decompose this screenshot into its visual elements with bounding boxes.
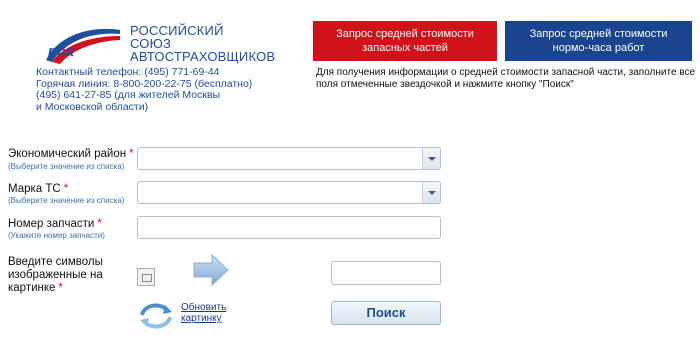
captcha-label-line: Введите символы — [8, 256, 103, 268]
vehicle-brand-hint: (Выберите значение из списка) — [8, 196, 125, 205]
economic-region-hint: (Выберите значение из списка) — [8, 162, 125, 171]
moscow-phone-note: и Московской области) — [36, 100, 149, 113]
vehicle-brand-select[interactable] — [137, 181, 441, 204]
economic-region-label: Экономический район * — [8, 148, 134, 161]
instructions-text: Для получения информации о средней стоим… — [316, 67, 696, 90]
part-number-label: Номер запчасти * — [8, 218, 102, 231]
captcha-image — [137, 268, 155, 286]
required-star: * — [63, 183, 69, 195]
rsa-logo: рса — [46, 28, 120, 64]
vehicle-brand-label: Марка ТС * — [8, 183, 68, 196]
part-number-label-text: Номер запчасти — [8, 218, 95, 230]
captcha-label-line-text: картинке — [8, 282, 56, 294]
part-number-hint: (Укажите номер запчасти) — [8, 231, 105, 240]
refresh-captcha-link[interactable]: Обновить картинку — [181, 302, 226, 324]
captcha-input[interactable] — [331, 261, 441, 285]
economic-region-select[interactable] — [137, 147, 441, 170]
tab-label-line: Запрос средней стоимости — [529, 28, 668, 40]
org-name-line: АВТОСТРАХОВЩИКОВ — [130, 49, 276, 64]
required-star: * — [129, 148, 134, 160]
captcha-label-line: изображенные на — [8, 269, 103, 281]
part-number-input[interactable] — [137, 216, 441, 239]
economic-region-label-text: Экономический район — [8, 148, 127, 160]
moscow-phone: (495) 641-27-85 (для жителей Москвы — [36, 89, 221, 101]
refresh-link-line: Обновить — [181, 302, 227, 313]
tab-labor-hour-cost[interactable]: Запрос средней стоимости нормо-часа рабо… — [505, 21, 692, 61]
contact-info: Контактный телефон: (495) 771-69-44 Горя… — [36, 66, 306, 113]
refresh-link-line: картинку — [181, 313, 222, 324]
search-button[interactable]: Поиск — [331, 301, 441, 325]
tab-spare-parts-cost[interactable]: Запрос средней стоимости запасных частей — [313, 21, 497, 61]
tab-label-line: Запрос средней стоимости — [336, 28, 474, 40]
arrow-right-icon — [193, 253, 229, 287]
tab-label-line: нормо-часа работ — [552, 42, 645, 54]
refresh-icon[interactable] — [136, 301, 176, 331]
tab-label-line: запасных частей — [362, 42, 448, 54]
chevron-down-icon[interactable] — [422, 182, 440, 203]
contact-phone: Контактный телефон: (495) 771-69-44 — [36, 66, 220, 78]
required-star: * — [58, 282, 63, 294]
required-star: * — [97, 218, 102, 230]
vehicle-brand-label-text: Марка ТС — [8, 183, 61, 195]
logo-text: рса — [47, 43, 74, 60]
captcha-label-line-last: картинке * — [8, 282, 118, 295]
chevron-down-icon[interactable] — [422, 148, 440, 169]
captcha-label: Введите символы изображенные на картинке… — [8, 256, 118, 295]
organization-name: РОССИЙСКИЙ СОЮЗ АВТОСТРАХОВЩИКОВ — [130, 24, 275, 63]
